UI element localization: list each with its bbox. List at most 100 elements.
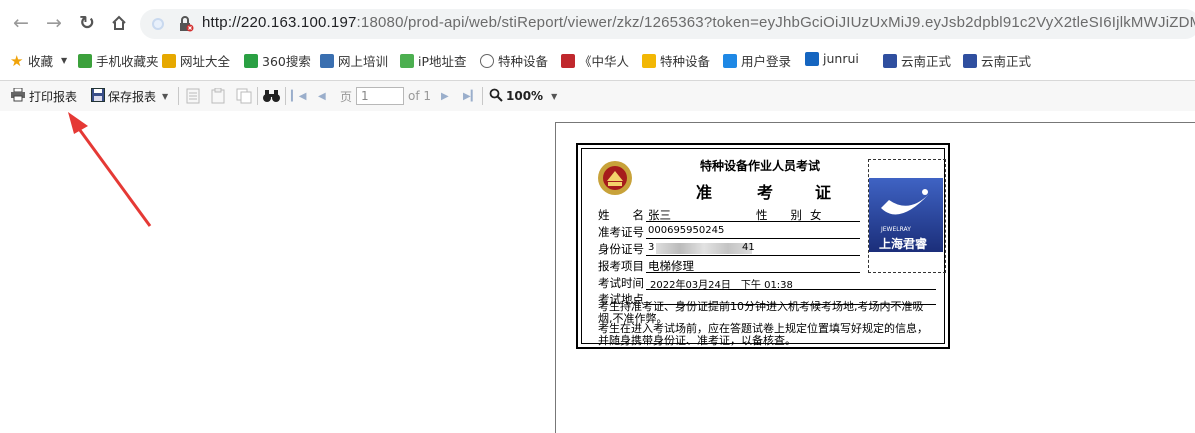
name-label: 姓 名 [598,208,644,222]
admission-card-inner: 特种设备作业人员考试 准 考 证 JEWELRAY 上海君睿 姓 名 张三 性 … [581,148,946,347]
bookmark-label: 云南正式 [901,54,952,69]
toolbar-separator [482,87,483,105]
page-of-label: of 1 [408,89,432,103]
note-2: 考生在进入考试场前，应在答题试卷上规定位置填写好规定的信息，并随身携带身份证、准… [598,322,928,347]
bookmark-label: 网址大全 [180,54,231,69]
bookmarks-bar: ★ 收藏 ▼ 手机收藏夹 网址大全 360搜索 网上培训 iP地址查 特种设备 《中华人 特种设备 用… [0,46,1195,74]
bookmark-item[interactable]: 手机收藏夹 [78,51,159,70]
bookmark-item[interactable]: ★ 收藏 ▼ [10,51,67,70]
yunnan-icon [883,53,897,68]
bookmark-item[interactable]: 网上培训 [320,51,388,70]
swoosh-icon [881,189,929,215]
chevron-down-icon[interactable]: ▼ [162,92,168,101]
page-label: 页 [340,89,353,104]
reload-icon[interactable]: ↻ [76,12,98,34]
bookmark-item[interactable]: 用户登录 [723,51,791,70]
toolbar-separator [285,87,286,105]
bookmark-label: 360搜索 [262,54,311,69]
page-number-input[interactable]: 1 [356,87,404,105]
forward-icon[interactable]: → [43,12,65,34]
annotation-arrow [68,112,152,227]
save-report-label: 保存报表 [108,89,157,104]
clipboard-icon[interactable] [211,86,225,106]
toolbar-separator [178,87,179,105]
bookmark-label: 《中华人 [579,54,630,69]
name-underline [646,221,860,222]
chevron-down-icon: ▼ [551,91,558,101]
bookmark-item[interactable]: 《中华人 [561,51,629,70]
first-page-icon[interactable]: ▎◀ [291,86,306,106]
bookmark-label: 收藏 [28,54,54,69]
toolbar-separator [257,87,258,105]
emblem-icon [596,159,634,201]
printer-icon [10,87,26,105]
login-icon [723,53,737,68]
item-underline [646,272,860,273]
page-number-wrapper: 1 [356,86,404,106]
url-text[interactable]: http://220.163.100.197:18080/prod-api/we… [202,14,1195,31]
dsm-icon [805,51,819,66]
home-icon[interactable] [108,12,130,34]
bookmark-item[interactable]: 360搜索 [244,51,311,70]
card-subtitle-1: 准 [696,183,713,202]
admission-card: 特种设备作业人员考试 准 考 证 JEWELRAY 上海君睿 姓 名 张三 性 … [576,143,950,349]
print-report-button[interactable]: 打印报表 [10,86,77,106]
bookmark-label: 特种设备 [660,54,711,69]
copy-pages-icon[interactable] [236,86,252,106]
zoom-dropdown[interactable]: 100% ▼ [489,86,557,106]
card-subtitle-3: 证 [815,183,832,202]
browser-address-bar: ← → ↻ http://220.163.100.197:18080/prod-… [0,0,1195,46]
prev-page-icon[interactable]: ◀ [318,86,326,106]
find-binoculars-icon[interactable] [263,86,280,106]
secure-dot-icon [152,18,164,30]
bookmark-label: 网上培训 [338,54,389,69]
item-label: 报考项目 [598,259,644,273]
bookmark-item[interactable]: iP地址查 [400,51,467,70]
bookmark-item[interactable]: 特种设备 [480,51,548,70]
training-icon [320,53,334,68]
logo-caption: 上海君睿 [879,237,928,251]
bookmark-item[interactable]: 网址大全 [162,51,230,70]
back-icon[interactable]: ← [10,12,32,34]
bookmark-label: 云南正式 [981,54,1032,69]
card-subtitle-2: 考 [757,183,774,202]
bookmark-label: 用户登录 [741,54,792,69]
exam-no-underline [646,238,860,239]
company-logo: JEWELRAY 上海君睿 [869,178,943,252]
id-label: 身份证号 [598,242,644,256]
bookmark-item[interactable]: junrui [805,51,859,66]
next-page-icon[interactable]: ▶ [441,86,449,106]
save-report-button[interactable]: 保存报表 ▼ [91,86,168,106]
ip-icon [400,53,414,68]
chevron-down-icon[interactable]: ▼ [61,56,67,65]
last-page-icon[interactable]: ▶▎ [463,86,478,106]
star-icon: ★ [10,51,24,70]
search-360-icon [244,53,258,68]
id-underline [646,255,860,256]
f-icon [642,53,656,68]
zoom-value: 100% [506,89,544,103]
card-title: 特种设备作业人员考试 [700,159,821,173]
logo-brand: JEWELRAY [881,226,911,233]
id-value-end: 41 [742,242,755,253]
exam-no-label: 准考证号 [598,225,644,239]
save-disk-icon [91,87,105,105]
book-icon [561,53,575,68]
id-redaction-blur [656,243,752,254]
bookmark-item[interactable]: 云南正式 [963,51,1031,70]
insecure-lock-icon[interactable] [178,16,194,36]
report-toolbar: 打印报表 保存报表 ▼ ▎◀ ◀ 页 1 of 1 ▶ ▶▎ 100% ▼ [0,80,1195,112]
time-label: 考试时间 [598,276,644,290]
site-icon [162,53,176,68]
yunnan-icon [963,53,977,68]
exam-no-value: 000695950245 [648,225,725,236]
magnifier-icon [489,88,503,105]
print-report-label: 打印报表 [29,89,78,104]
bookmark-label: iP地址查 [418,54,467,69]
page-view-icon[interactable] [186,86,200,106]
id-value-start: 3 [648,242,655,253]
bookmark-item[interactable]: 特种设备 [642,51,710,70]
bookmark-item[interactable]: 云南正式 [883,51,951,70]
url-field[interactable]: http://220.163.100.197:18080/prod-api/we… [140,9,1195,39]
globe-icon [480,53,494,68]
